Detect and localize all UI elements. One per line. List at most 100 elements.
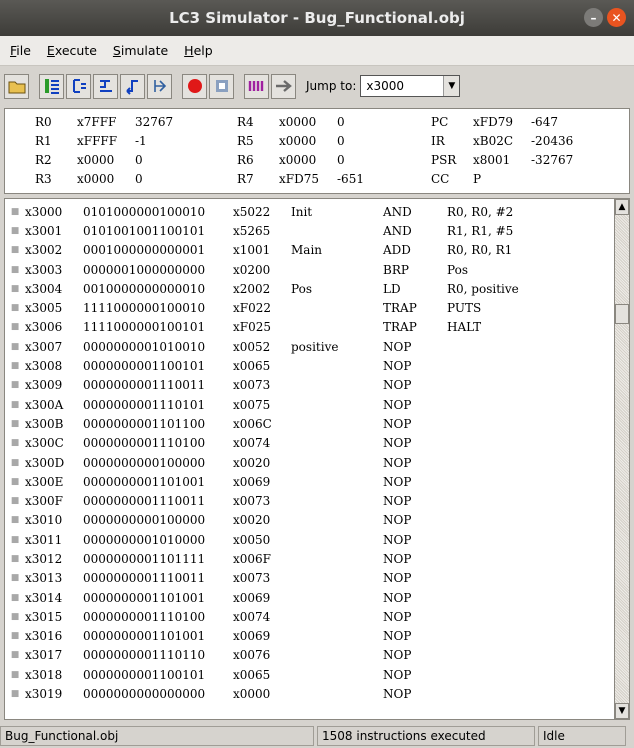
breakpoint-marker-icon[interactable]: ■ [5, 612, 25, 622]
breakpoint-marker-icon[interactable]: ■ [5, 322, 25, 332]
row-hex: x006C [233, 416, 272, 431]
jump-arrow-icon[interactable] [271, 73, 296, 99]
breakpoint-marker-icon[interactable]: ■ [5, 593, 25, 603]
listing-row[interactable]: ■ x3012 0000000001101111 x006F NOP [5, 549, 614, 568]
breakpoint-marker-icon[interactable]: ■ [5, 361, 25, 371]
breakpoint-marker-icon[interactable]: ■ [5, 380, 25, 390]
menu-simulate[interactable]: Simulate [105, 43, 176, 58]
listing-row[interactable]: ■ x300B 0000000001101100 x006C NOP [5, 414, 614, 433]
row-address: x3009 [25, 378, 63, 393]
row-hex: x0069 [233, 474, 271, 489]
listing-row[interactable]: ■ x3016 0000000001101001 x0069 NOP [5, 627, 614, 646]
listing-row[interactable]: ■ x3002 0001000000000001 x1001 Main ADD R0, R0… [5, 241, 614, 260]
breakpoint-marker-icon[interactable]: ■ [5, 342, 25, 352]
breakpoint-marker-icon[interactable]: ■ [5, 207, 25, 217]
jump-to-value[interactable]: x3000 [361, 79, 443, 93]
clear-icon[interactable] [147, 73, 172, 99]
step-over-icon[interactable] [66, 73, 91, 99]
row-hex: x0020 [233, 513, 271, 528]
row-opcode: NOP [383, 416, 412, 431]
breakpoint-marker-icon[interactable]: ■ [5, 515, 25, 525]
breakpoint-marker-icon[interactable]: ■ [5, 496, 25, 506]
row-address: x3017 [25, 648, 63, 663]
register-row: R7 xFD75 -651 [237, 172, 364, 186]
row-binary: 0000001000000000 [83, 262, 206, 277]
breakpoint-marker-icon[interactable]: ■ [5, 226, 25, 236]
listing-row[interactable]: ■ x300A 0000000001110101 x0075 NOP [5, 395, 614, 414]
step-back-icon[interactable] [120, 73, 145, 99]
breakpoint-marker-icon[interactable]: ■ [5, 535, 25, 545]
listing-row[interactable]: ■ x3010 0000000000100000 x0020 NOP [5, 511, 614, 530]
breakpoint-marker-icon[interactable]: ■ [5, 477, 25, 487]
row-address: x3018 [25, 667, 63, 682]
breakpoint-marker-icon[interactable]: ■ [5, 554, 25, 564]
row-hex: x0074 [233, 609, 271, 624]
menu-file[interactable]: File [2, 43, 39, 58]
window-title: LC3 Simulator - Bug_Functional.obj [169, 9, 465, 27]
breakpoint-marker-icon[interactable]: ■ [5, 400, 25, 410]
menu-help[interactable]: Help [176, 43, 221, 58]
chevron-down-icon[interactable]: ▼ [443, 76, 460, 96]
breakpoint-icon[interactable] [244, 73, 269, 99]
breakpoint-marker-icon[interactable]: ■ [5, 419, 25, 429]
row-binary: 0000000001110110 [83, 648, 206, 663]
listing-row[interactable]: ■ x300F 0000000001110011 x0073 NOP [5, 491, 614, 510]
vertical-scrollbar[interactable]: ▲ ▼ [614, 198, 630, 720]
listing-row[interactable]: ■ x3003 0000001000000000 x0200 BRP Pos [5, 260, 614, 279]
scroll-thumb[interactable] [615, 304, 629, 324]
listing-row[interactable]: ■ x3019 0000000000000000 x0000 NOP [5, 684, 614, 703]
register-row: IR xB02C -20436 [431, 134, 574, 148]
listing-row[interactable]: ■ x300E 0000000001101001 x0069 NOP [5, 472, 614, 491]
listing-row[interactable]: ■ x3018 0000000001100101 x0065 NOP [5, 665, 614, 684]
breakpoint-marker-icon[interactable]: ■ [5, 458, 25, 468]
row-hex: x0020 [233, 455, 271, 470]
breakpoint-marker-icon[interactable]: ■ [5, 670, 25, 680]
minimize-button[interactable]: – [584, 8, 603, 27]
breakpoint-marker-icon[interactable]: ■ [5, 245, 25, 255]
listing-row[interactable]: ■ x300D 0000000000100000 x0020 NOP [5, 453, 614, 472]
listing-row[interactable]: ■ x3005 1111000000100010 xF022 TRAP PUTS [5, 298, 614, 317]
stop-icon[interactable] [182, 73, 207, 99]
step-in-icon[interactable] [39, 73, 64, 99]
row-hex: x0073 [233, 494, 271, 509]
listing-row[interactable]: ■ x3000 0101000000100010 x5022 Init AND R0, R0… [5, 202, 614, 221]
breakpoint-marker-icon[interactable]: ■ [5, 438, 25, 448]
open-folder-icon[interactable] [4, 73, 29, 99]
breakpoint-marker-icon[interactable]: ■ [5, 573, 25, 583]
listing-row[interactable]: ■ x3014 0000000001101001 x0069 NOP [5, 588, 614, 607]
breakpoint-marker-icon[interactable]: ■ [5, 303, 25, 313]
row-opcode: LD [383, 281, 401, 296]
row-address: x300A [25, 397, 64, 412]
listing-row[interactable]: ■ x3013 0000000001110011 x0073 NOP [5, 569, 614, 588]
menu-execute[interactable]: Execute [39, 43, 105, 58]
listing-row[interactable]: ■ x3001 0101001001100101 x5265 AND R1, R1, #5 [5, 221, 614, 240]
step-out-icon[interactable] [93, 73, 118, 99]
listing-row[interactable]: ■ x3015 0000000001110100 x0074 NOP [5, 607, 614, 626]
row-address: x3019 [25, 687, 63, 702]
listing-row[interactable]: ■ x3004 0010000000000010 x2002 Pos LD R0, posi… [5, 279, 614, 298]
row-binary: 0000000001110101 [83, 397, 206, 412]
scroll-up-icon[interactable]: ▲ [615, 199, 629, 215]
listing-row[interactable]: ■ x3008 0000000001100101 x0065 NOP [5, 356, 614, 375]
register-panel: R0 x7FFF 32767 R1 xFFFF -1 R2 x0000 0 R3 x0000 0… [4, 108, 630, 194]
jump-to-select[interactable]: x3000 ▼ [360, 75, 461, 97]
breakpoint-marker-icon[interactable]: ■ [5, 265, 25, 275]
breakpoint-marker-icon[interactable]: ■ [5, 284, 25, 294]
breakpoint-marker-icon[interactable]: ■ [5, 631, 25, 641]
close-button[interactable]: ✕ [607, 8, 626, 27]
scroll-down-icon[interactable]: ▼ [615, 703, 629, 719]
listing-row[interactable]: ■ x3011 0000000001010000 x0050 NOP [5, 530, 614, 549]
listing-row[interactable]: ■ x3007 0000000001010010 x0052 positive NOP [5, 337, 614, 356]
row-label: Init [291, 204, 313, 219]
row-binary: 0000000001110011 [83, 494, 206, 509]
listing-row[interactable]: ■ x3017 0000000001110110 x0076 NOP [5, 646, 614, 665]
run-icon[interactable] [209, 73, 234, 99]
listing-row[interactable]: ■ x300C 0000000001110100 x0074 NOP [5, 434, 614, 453]
row-opcode: NOP [383, 590, 412, 605]
breakpoint-marker-icon[interactable]: ■ [5, 689, 25, 699]
listing-row[interactable]: ■ x3009 0000000001110011 x0073 NOP [5, 376, 614, 395]
row-label: Main [291, 243, 323, 258]
listing-row[interactable]: ■ x3006 1111000000100101 xF025 TRAP HALT [5, 318, 614, 337]
breakpoint-marker-icon[interactable]: ■ [5, 650, 25, 660]
row-binary: 0000000001100101 [83, 359, 206, 374]
